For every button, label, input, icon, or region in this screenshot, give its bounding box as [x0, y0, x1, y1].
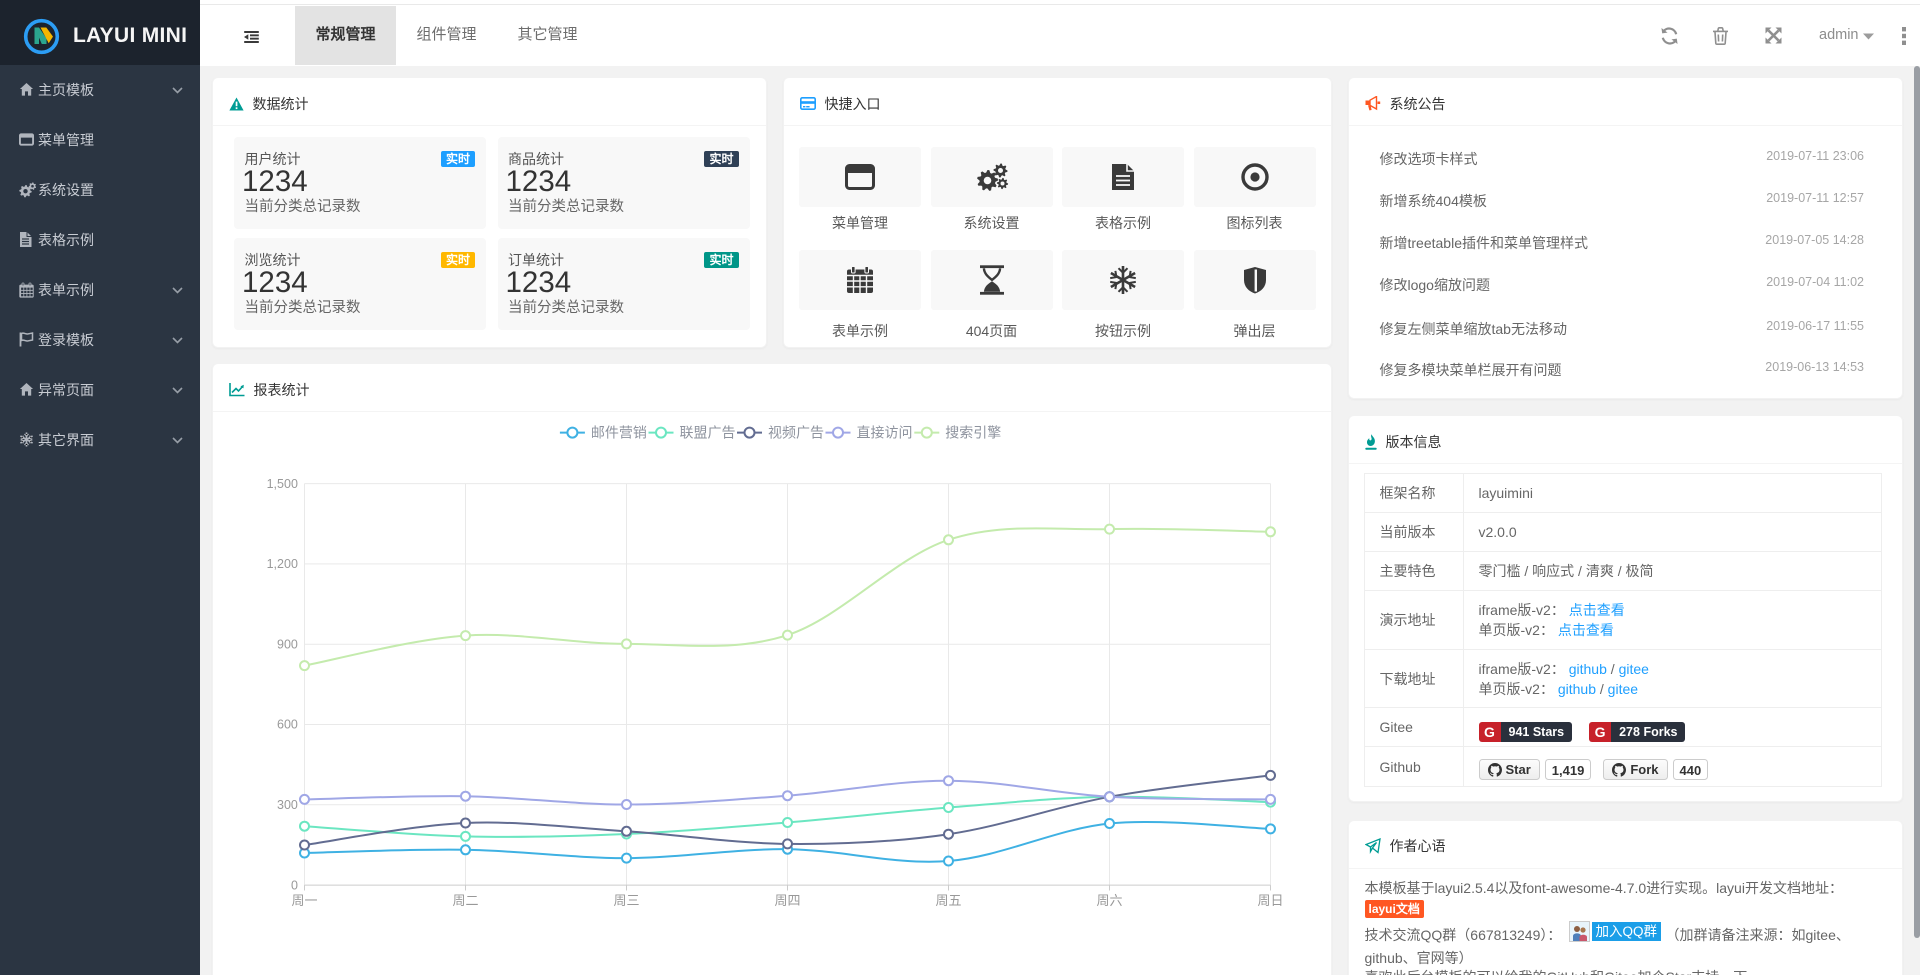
svg-text:1,200: 1,200	[266, 557, 297, 571]
svg-text:600: 600	[277, 718, 298, 732]
svg-text:搜索引擎: 搜索引擎	[945, 424, 1001, 440]
svg-text:0: 0	[290, 878, 297, 892]
svg-text:1,500: 1,500	[266, 477, 297, 491]
svg-text:联盟广告: 联盟广告	[679, 424, 735, 440]
svg-text:视频广告: 视频广告	[768, 424, 824, 440]
svg-text:周四: 周四	[774, 893, 800, 908]
svg-text:邮件营销: 邮件营销	[590, 424, 646, 440]
svg-text:900: 900	[277, 637, 298, 651]
svg-text:周五: 周五	[935, 893, 961, 908]
svg-text:周六: 周六	[1096, 893, 1122, 908]
svg-text:直接访问: 直接访问	[856, 424, 912, 440]
svg-text:300: 300	[277, 798, 298, 812]
svg-text:周三: 周三	[613, 893, 639, 908]
svg-text:周一: 周一	[291, 893, 317, 908]
svg-text:周二: 周二	[452, 893, 478, 908]
svg-text:周日: 周日	[1257, 893, 1283, 908]
